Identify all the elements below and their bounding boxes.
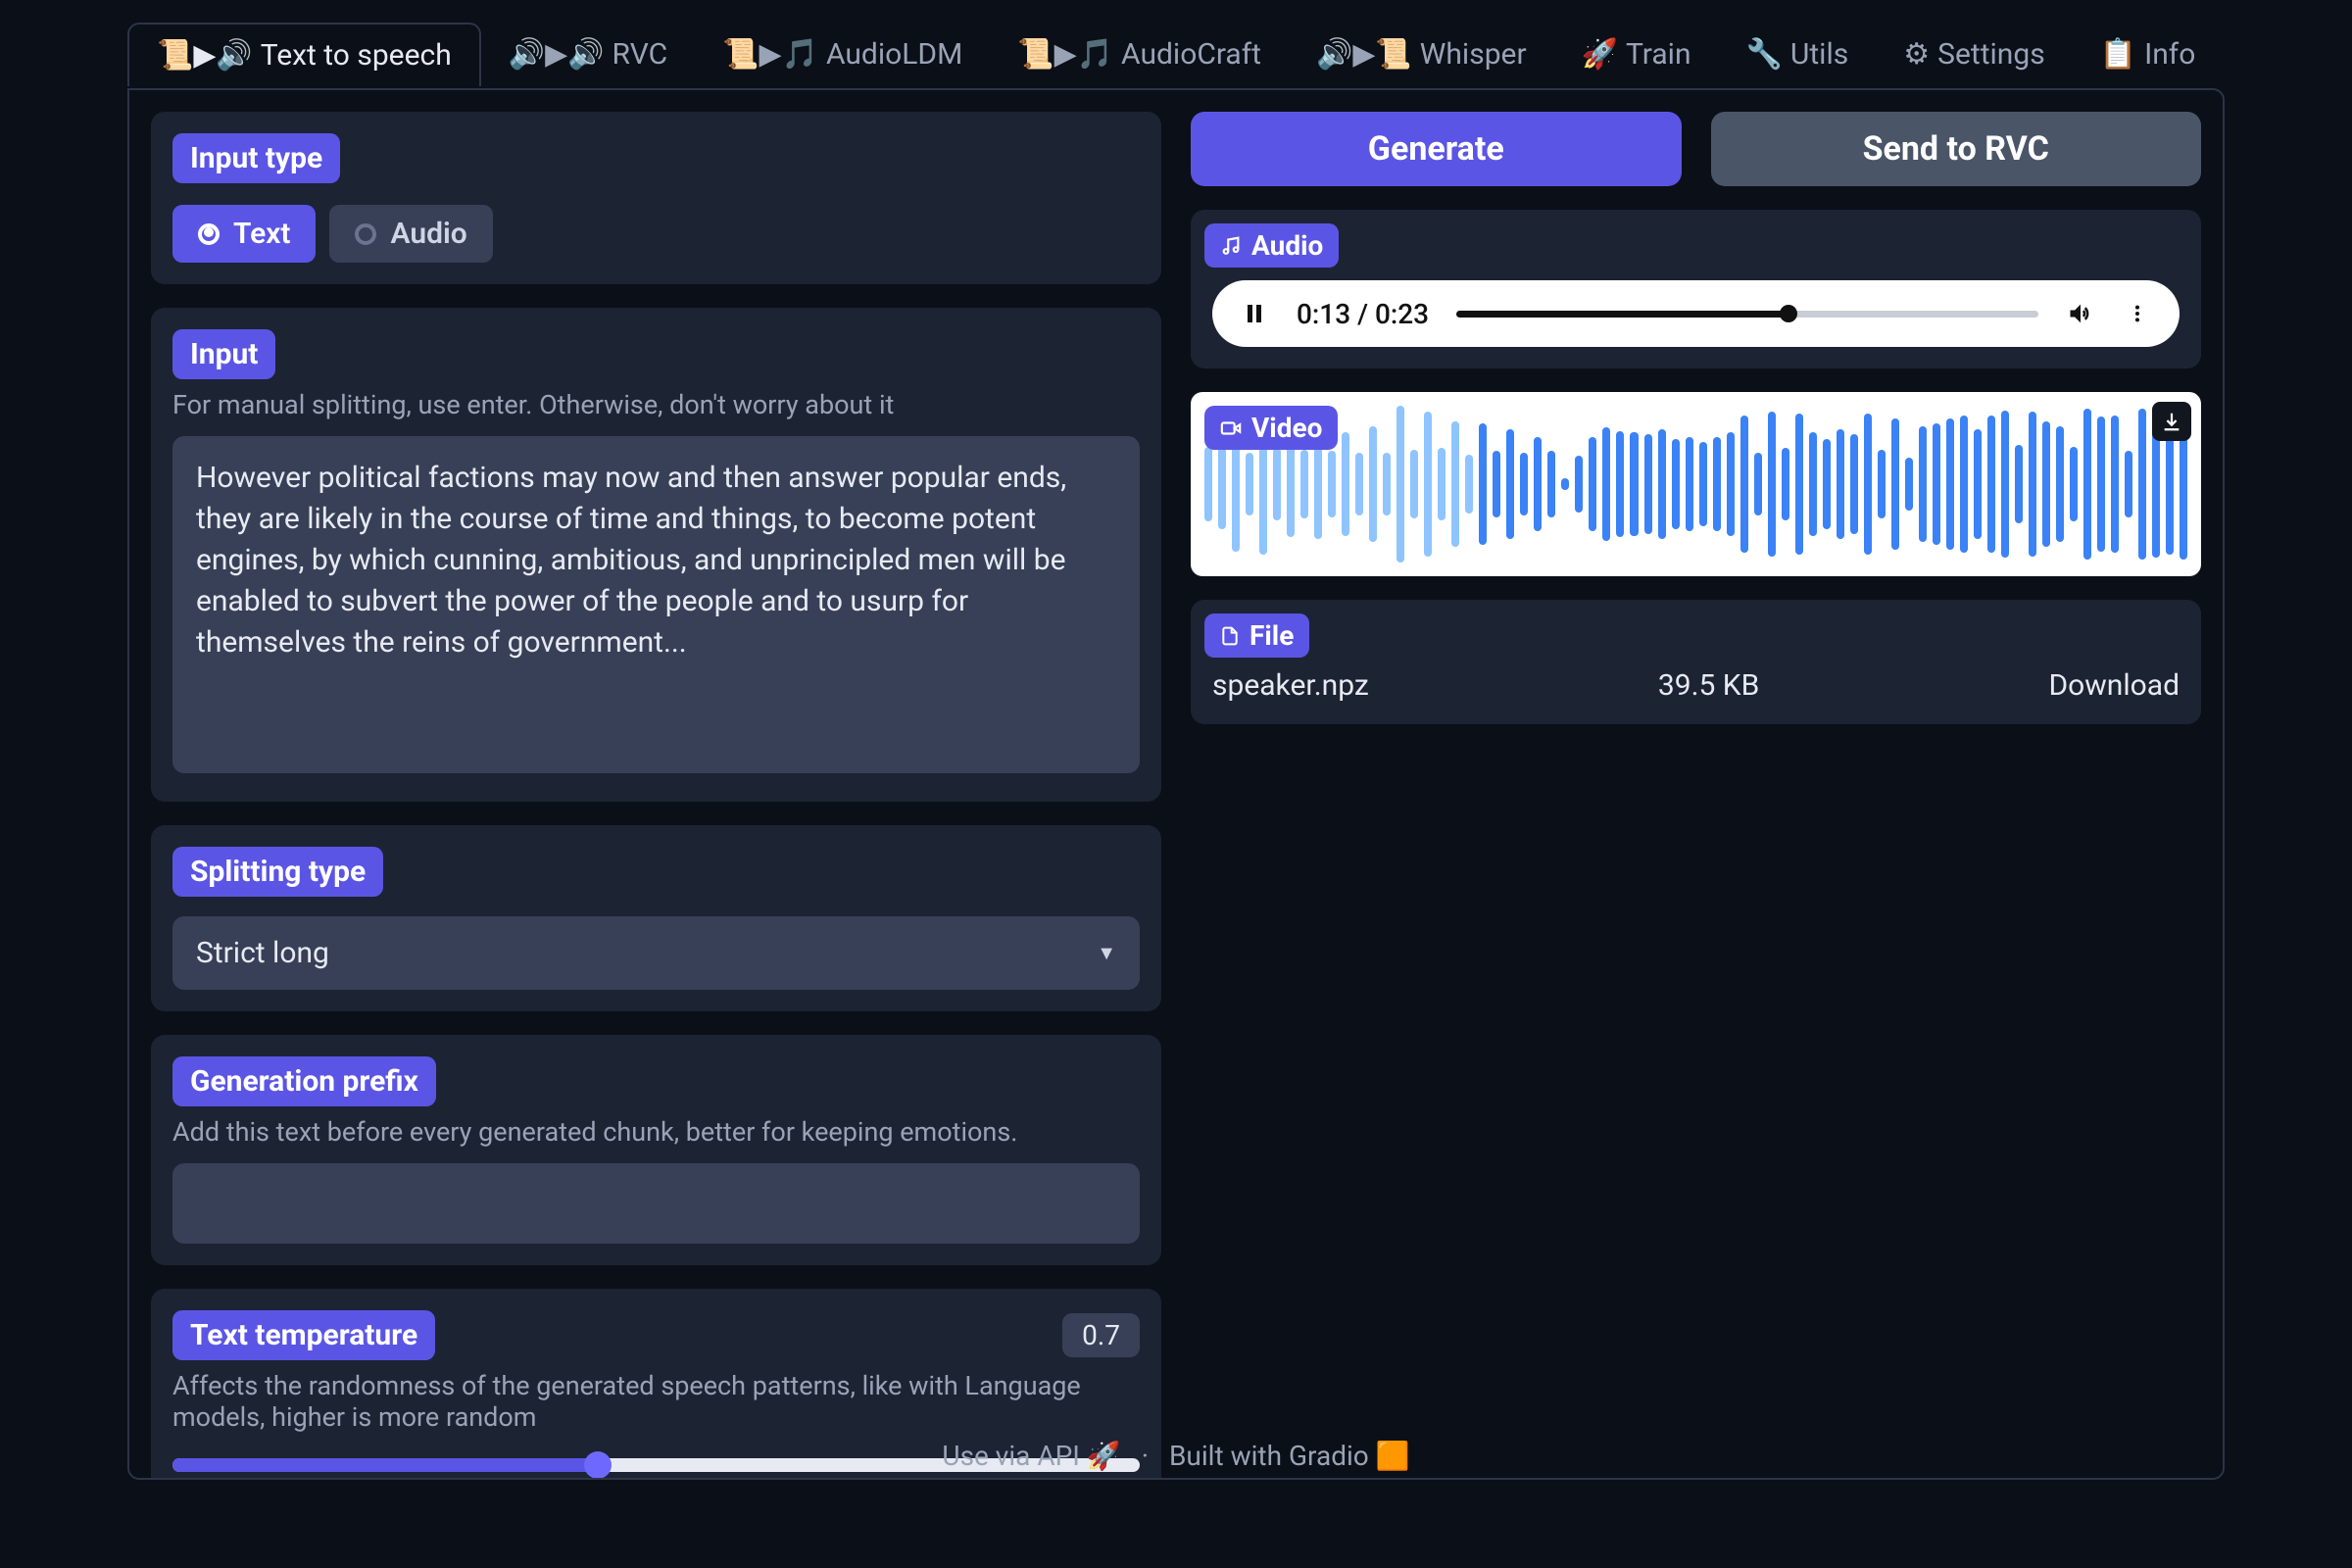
file-label-text: File: [1250, 619, 1294, 652]
file-label: File: [1204, 613, 1309, 658]
caret-down-icon: ▼: [1097, 941, 1116, 965]
document-icon: [1220, 625, 1240, 647]
tab-label: Settings: [1937, 37, 2045, 72]
right-column: Generate Send to RVC Audio 0:13 / 0:23: [1191, 112, 2201, 1456]
tab-label: AudioLDM: [826, 37, 962, 72]
radio-label: Audio: [390, 217, 466, 251]
audio-player[interactable]: 0:13 / 0:23: [1212, 280, 2180, 347]
kebab-menu-icon[interactable]: [2123, 299, 2152, 328]
input-label: Input: [172, 329, 275, 379]
genprefix-hint: Add this text before every generated chu…: [172, 1116, 1140, 1148]
file-output-card: File speaker.npz 39.5 KB Download: [1191, 600, 2201, 724]
radio-audio[interactable]: Audio: [329, 205, 492, 263]
tab-settings[interactable]: ⚙Settings: [1876, 24, 2072, 85]
tab-rvc[interactable]: 🔊▶🔊RVC: [481, 24, 695, 85]
temperature-hint: Affects the randomness of the generated …: [172, 1370, 1140, 1433]
waveform: [1191, 392, 2201, 576]
tab-label: AudioCraft: [1121, 37, 1261, 72]
file-size: 39.5 KB: [1658, 668, 1759, 703]
action-buttons: Generate Send to RVC: [1191, 112, 2201, 186]
video-label-text: Video: [1251, 412, 1322, 444]
audiocraft-icon: 📜▶🎵: [1017, 37, 1113, 72]
audioldm-icon: 📜▶🎵: [722, 37, 818, 72]
splitting-card: Splitting type Strict long ▼: [151, 825, 1161, 1011]
footer-api-link[interactable]: Use via API: [942, 1440, 1080, 1472]
tab-label: Whisper: [1420, 37, 1527, 72]
input-hint: For manual splitting, use enter. Otherwi…: [172, 389, 1140, 420]
gear-icon: ⚙: [1903, 37, 1930, 72]
pause-icon[interactable]: [1240, 299, 1269, 328]
radio-dot-icon: [198, 223, 220, 245]
genprefix-card: Generation prefix Add this text before e…: [151, 1035, 1161, 1265]
radio-text[interactable]: Text: [172, 205, 316, 263]
main-panel: Input type Text Audio Input For manual s…: [127, 88, 2225, 1480]
tab-label: Text to speech: [261, 38, 452, 73]
tab-info[interactable]: 📋Info: [2073, 24, 2224, 85]
tab-utils[interactable]: 🔧Utils: [1719, 24, 1877, 85]
tab-whisper[interactable]: 🔊▶📜Whisper: [1289, 24, 1554, 85]
video-output-card: Video: [1191, 392, 2201, 576]
tab-train[interactable]: 🚀Train: [1554, 24, 1719, 85]
generate-button[interactable]: Generate: [1191, 112, 1682, 186]
audio-time: 0:13 / 0:23: [1297, 298, 1429, 330]
file-name: speaker.npz: [1212, 668, 1369, 703]
splitting-value: Strict long: [196, 936, 329, 970]
audio-label: Audio: [1204, 223, 1339, 268]
rvc-icon: 🔊▶🔊: [509, 37, 605, 72]
audio-progress-fill: [1456, 311, 1788, 318]
file-download-link[interactable]: Download: [2048, 668, 2180, 703]
input-type-card: Input type Text Audio: [151, 112, 1161, 284]
tab-audiocraft[interactable]: 📜▶🎵AudioCraft: [990, 24, 1289, 85]
audio-progress-dot-icon[interactable]: [1780, 305, 1797, 322]
tts-icon: 📜▶🔊: [157, 38, 253, 73]
input-card: Input For manual splitting, use enter. O…: [151, 308, 1161, 802]
left-column: Input type Text Audio Input For manual s…: [151, 112, 1161, 1456]
tab-label: RVC: [612, 37, 668, 72]
splitting-label: Splitting type: [172, 847, 383, 897]
genprefix-input[interactable]: [172, 1163, 1140, 1244]
radio-label: Text: [233, 217, 290, 251]
tab-label: Info: [2144, 37, 2195, 72]
info-icon: 📋: [2100, 37, 2136, 72]
footer-gradio-link[interactable]: Built with Gradio: [1169, 1440, 1369, 1472]
input-textarea[interactable]: [172, 436, 1140, 773]
audio-output-card: Audio 0:13 / 0:23: [1191, 210, 2201, 368]
input-type-options: Text Audio: [172, 205, 1140, 263]
download-video-button[interactable]: [2152, 402, 2191, 441]
video-label: Video: [1204, 406, 1338, 450]
send-to-rvc-button[interactable]: Send to RVC: [1711, 112, 2202, 186]
whisper-icon: 🔊▶📜: [1316, 37, 1412, 72]
splitting-select[interactable]: Strict long ▼: [172, 916, 1140, 990]
genprefix-label: Generation prefix: [172, 1056, 436, 1106]
temperature-value: 0.7: [1062, 1313, 1140, 1357]
audio-progress[interactable]: [1456, 311, 2038, 318]
separator: ·: [1142, 1440, 1149, 1472]
audio-label-text: Audio: [1251, 229, 1323, 262]
tab-audioldm[interactable]: 📜▶🎵AudioLDM: [695, 24, 990, 85]
footer: Use via API 🚀 · Built with Gradio 🟧: [129, 1440, 2223, 1472]
input-type-label: Input type: [172, 133, 340, 183]
volume-icon[interactable]: [2066, 299, 2095, 328]
gradio-logo-icon: 🟧: [1376, 1440, 1410, 1472]
rocket-icon: 🚀: [1087, 1440, 1121, 1472]
temperature-label: Text temperature: [172, 1310, 435, 1360]
tab-label: Train: [1626, 37, 1691, 72]
utils-icon: 🔧: [1746, 37, 1783, 72]
train-icon: 🚀: [1582, 37, 1618, 72]
radio-dot-icon: [355, 223, 376, 245]
tab-label: Utils: [1790, 37, 1848, 72]
video-camera-icon: [1220, 417, 1242, 439]
tab-tts[interactable]: 📜▶🔊Text to speech: [127, 23, 481, 86]
tab-bar: 📜▶🔊Text to speech 🔊▶🔊RVC 📜▶🎵AudioLDM 📜▶🎵…: [127, 20, 2225, 88]
music-note-icon: [1220, 235, 1242, 257]
